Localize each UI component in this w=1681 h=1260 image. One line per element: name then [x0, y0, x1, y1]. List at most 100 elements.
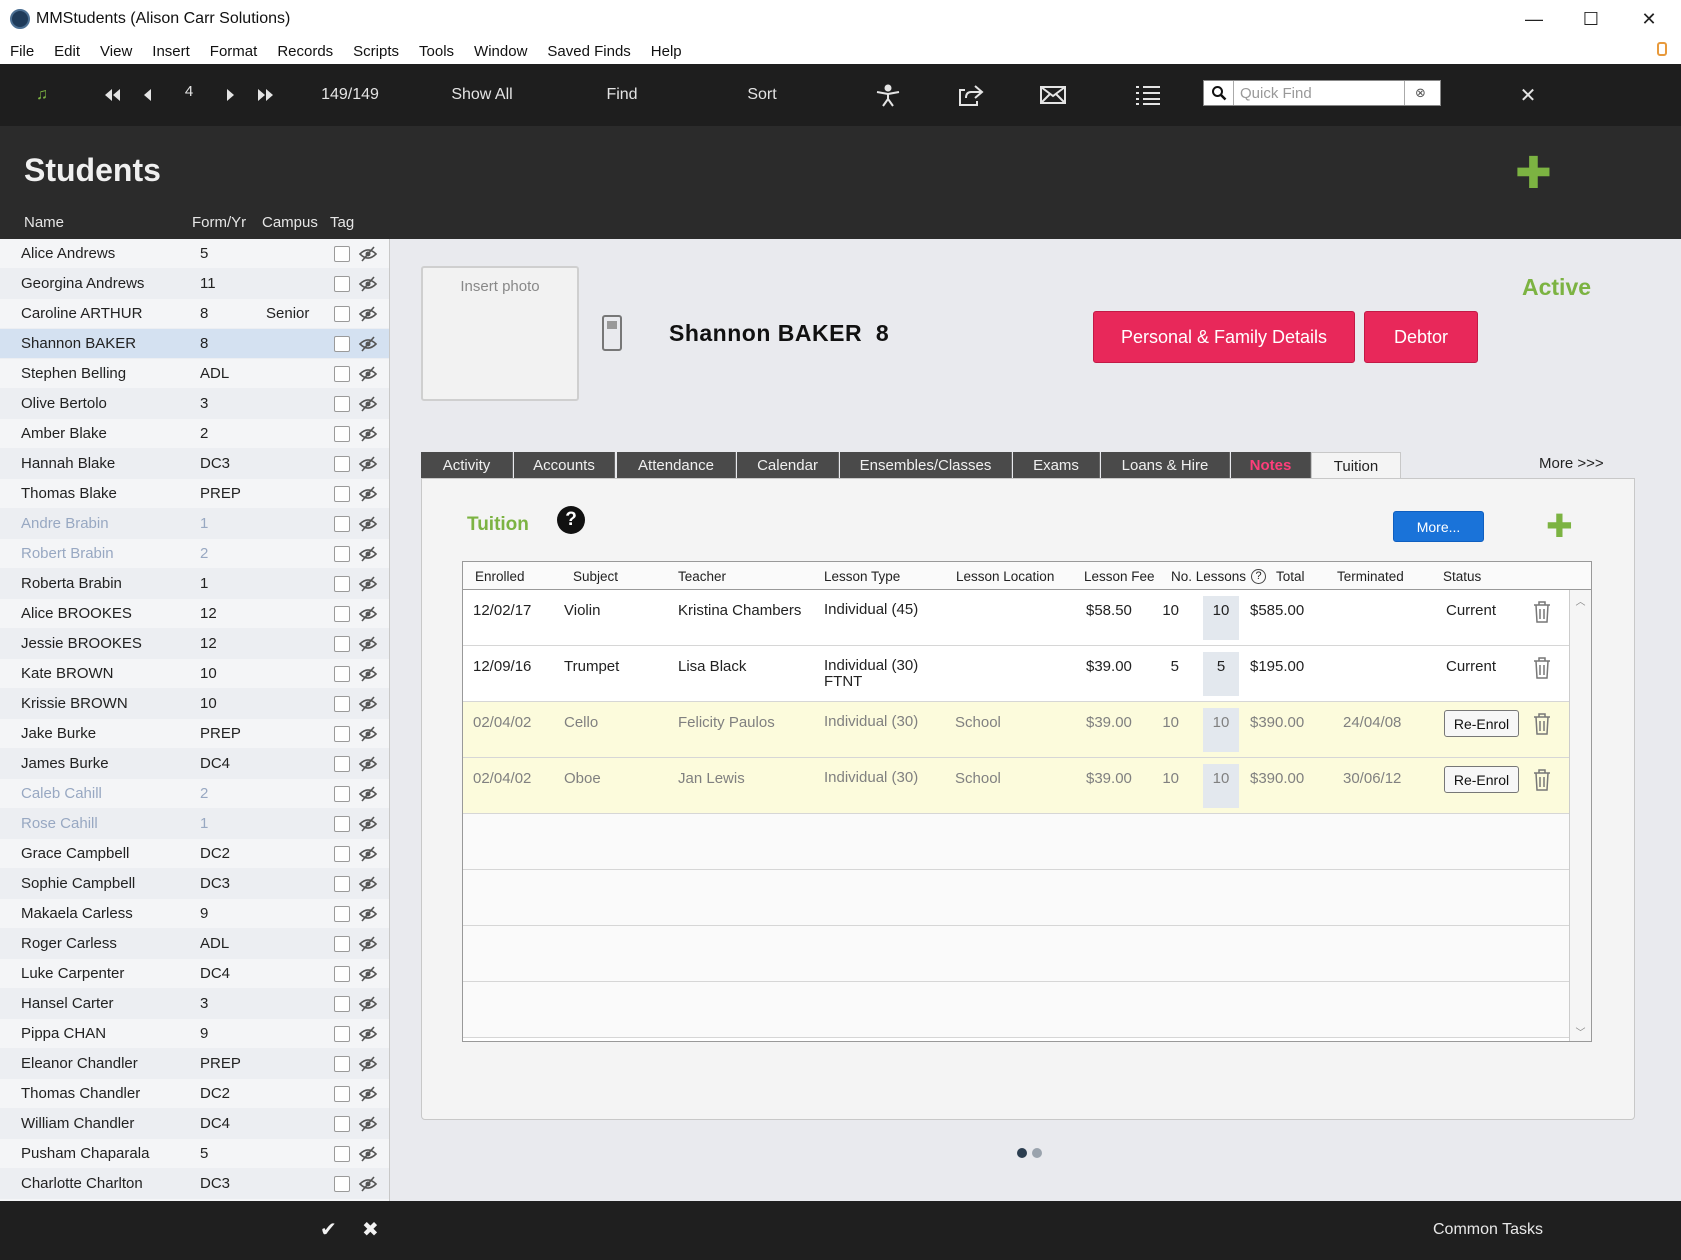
subject-cell[interactable]: Trumpet — [564, 658, 619, 675]
hide-eye-icon[interactable] — [358, 665, 378, 683]
delete-trash-icon[interactable] — [1532, 656, 1552, 680]
hide-eye-icon[interactable] — [358, 875, 378, 893]
tag-checkbox[interactable] — [334, 336, 350, 352]
lesson-type-cell[interactable]: Individual (30) — [824, 714, 918, 730]
tag-checkbox[interactable] — [334, 876, 350, 892]
personal-family-details-button[interactable]: Personal & Family Details — [1093, 311, 1355, 363]
tag-checkbox[interactable] — [334, 696, 350, 712]
add-student-icon[interactable]: ✚ — [1515, 152, 1552, 196]
student-row[interactable]: Grace Campbell DC2 — [0, 839, 389, 869]
lessons-help-icon[interactable]: ? — [1251, 568, 1267, 584]
subject-cell[interactable]: Oboe — [564, 770, 601, 787]
student-row[interactable]: Hansel Carter 3 — [0, 989, 389, 1019]
student-row[interactable]: Jake Burke PREP — [0, 719, 389, 749]
student-row[interactable]: Roger Carless ADL — [0, 929, 389, 959]
hide-eye-icon[interactable] — [358, 455, 378, 473]
export-icon[interactable] — [953, 64, 989, 126]
enrolled-cell[interactable]: 02/04/02 — [473, 714, 531, 731]
person-icon[interactable] — [870, 64, 906, 126]
hide-eye-icon[interactable] — [358, 845, 378, 863]
column-form-header[interactable]: Form/Yr — [192, 214, 246, 231]
column-name-header[interactable]: Name — [24, 214, 64, 231]
student-row[interactable]: Kate BROWN 10 — [0, 659, 389, 689]
hide-eye-icon[interactable] — [358, 725, 378, 743]
tag-checkbox[interactable] — [334, 396, 350, 412]
student-row[interactable]: Rose Cahill 1 — [0, 809, 389, 839]
tab-tuition[interactable]: Tuition — [1311, 452, 1401, 479]
student-row[interactable]: Georgina Andrews 11 — [0, 269, 389, 299]
student-row[interactable]: Krissie BROWN 10 — [0, 689, 389, 719]
quick-find-input[interactable] — [1234, 84, 1404, 102]
hide-eye-icon[interactable] — [358, 785, 378, 803]
tag-checkbox[interactable] — [334, 306, 350, 322]
student-row[interactable]: Eleanor Chandler PREP — [0, 1049, 389, 1079]
student-row[interactable]: Thomas Chandler DC2 — [0, 1079, 389, 1109]
student-row[interactable]: James Burke DC4 — [0, 749, 389, 779]
lessons-box[interactable]: 10 — [1203, 764, 1239, 808]
enrolled-cell[interactable]: 02/04/02 — [473, 770, 531, 787]
column-tag-header[interactable]: Tag — [330, 214, 354, 231]
hide-eye-icon[interactable] — [358, 935, 378, 953]
location-cell[interactable]: School — [955, 770, 1001, 787]
tag-checkbox[interactable] — [334, 786, 350, 802]
tag-checkbox[interactable] — [334, 666, 350, 682]
tag-checkbox[interactable] — [334, 966, 350, 982]
hide-eye-icon[interactable] — [358, 905, 378, 923]
page-dot-1[interactable] — [1017, 1148, 1027, 1158]
tab-ensembles-classes[interactable]: Ensembles/Classes — [840, 452, 1012, 478]
lessons-cell[interactable]: 10 — [1149, 602, 1179, 619]
hide-eye-icon[interactable] — [358, 1025, 378, 1043]
student-row[interactable]: Alice BROOKES 12 — [0, 599, 389, 629]
student-row[interactable]: William Chandler DC4 — [0, 1109, 389, 1139]
tag-checkbox[interactable] — [334, 576, 350, 592]
student-row[interactable]: Luke Carpenter DC4 — [0, 959, 389, 989]
find-button[interactable]: Find — [590, 64, 654, 126]
tag-checkbox[interactable] — [334, 1086, 350, 1102]
tag-checkbox[interactable] — [334, 1176, 350, 1192]
hide-eye-icon[interactable] — [358, 815, 378, 833]
lessons-box[interactable]: 10 — [1203, 596, 1239, 640]
hide-eye-icon[interactable] — [358, 1055, 378, 1073]
hide-eye-icon[interactable] — [358, 425, 378, 443]
hide-eye-icon[interactable] — [358, 755, 378, 773]
hide-eye-icon[interactable] — [358, 995, 378, 1013]
clear-search-icon[interactable]: ⊗ — [1404, 81, 1436, 105]
previous-record-icon[interactable] — [136, 64, 158, 126]
more-button[interactable]: More... — [1393, 511, 1484, 542]
teacher-cell[interactable]: Kristina Chambers — [678, 602, 801, 619]
lessons-cell[interactable]: 10 — [1149, 714, 1179, 731]
help-icon[interactable]: ? — [557, 506, 585, 534]
student-row[interactable]: Shannon BAKER 8 — [0, 329, 389, 359]
delete-trash-icon[interactable] — [1532, 600, 1552, 624]
location-cell[interactable]: School — [955, 714, 1001, 731]
enrolled-cell[interactable]: 12/02/17 — [473, 602, 531, 619]
tag-checkbox[interactable] — [334, 246, 350, 262]
menu-insert[interactable]: Insert — [152, 43, 190, 60]
record-number[interactable]: 4 — [176, 60, 202, 122]
hide-eye-icon[interactable] — [358, 695, 378, 713]
tag-checkbox[interactable] — [334, 486, 350, 502]
menu-saved-finds[interactable]: Saved Finds — [547, 43, 630, 60]
tag-checkbox[interactable] — [334, 936, 350, 952]
tab-exams[interactable]: Exams — [1013, 452, 1100, 478]
student-row[interactable]: Hannah Blake DC3 — [0, 449, 389, 479]
menu-scripts[interactable]: Scripts — [353, 43, 399, 60]
delete-trash-icon[interactable] — [1532, 712, 1552, 736]
student-row[interactable]: Makaela Carless 9 — [0, 899, 389, 929]
student-row[interactable]: Caleb Cahill 2 — [0, 779, 389, 809]
mobile-phone-icon[interactable] — [602, 315, 622, 351]
hide-eye-icon[interactable] — [358, 1145, 378, 1163]
student-row[interactable]: Roberta Brabin 1 — [0, 569, 389, 599]
fee-cell[interactable]: $39.00 — [1086, 714, 1132, 731]
tag-checkbox[interactable] — [334, 546, 350, 562]
hide-eye-icon[interactable] — [358, 305, 378, 323]
student-row[interactable]: Sophie Campbell DC3 — [0, 869, 389, 899]
first-record-icon[interactable] — [98, 64, 126, 126]
teacher-cell[interactable]: Felicity Paulos — [678, 714, 775, 731]
re-enrol-button[interactable]: Re-Enrol — [1444, 710, 1519, 737]
menu-view[interactable]: View — [100, 43, 132, 60]
hide-eye-icon[interactable] — [358, 1115, 378, 1133]
fee-cell[interactable]: $39.00 — [1086, 658, 1132, 675]
close-window-button[interactable]: ✕ — [1620, 0, 1678, 38]
next-record-icon[interactable] — [220, 64, 242, 126]
